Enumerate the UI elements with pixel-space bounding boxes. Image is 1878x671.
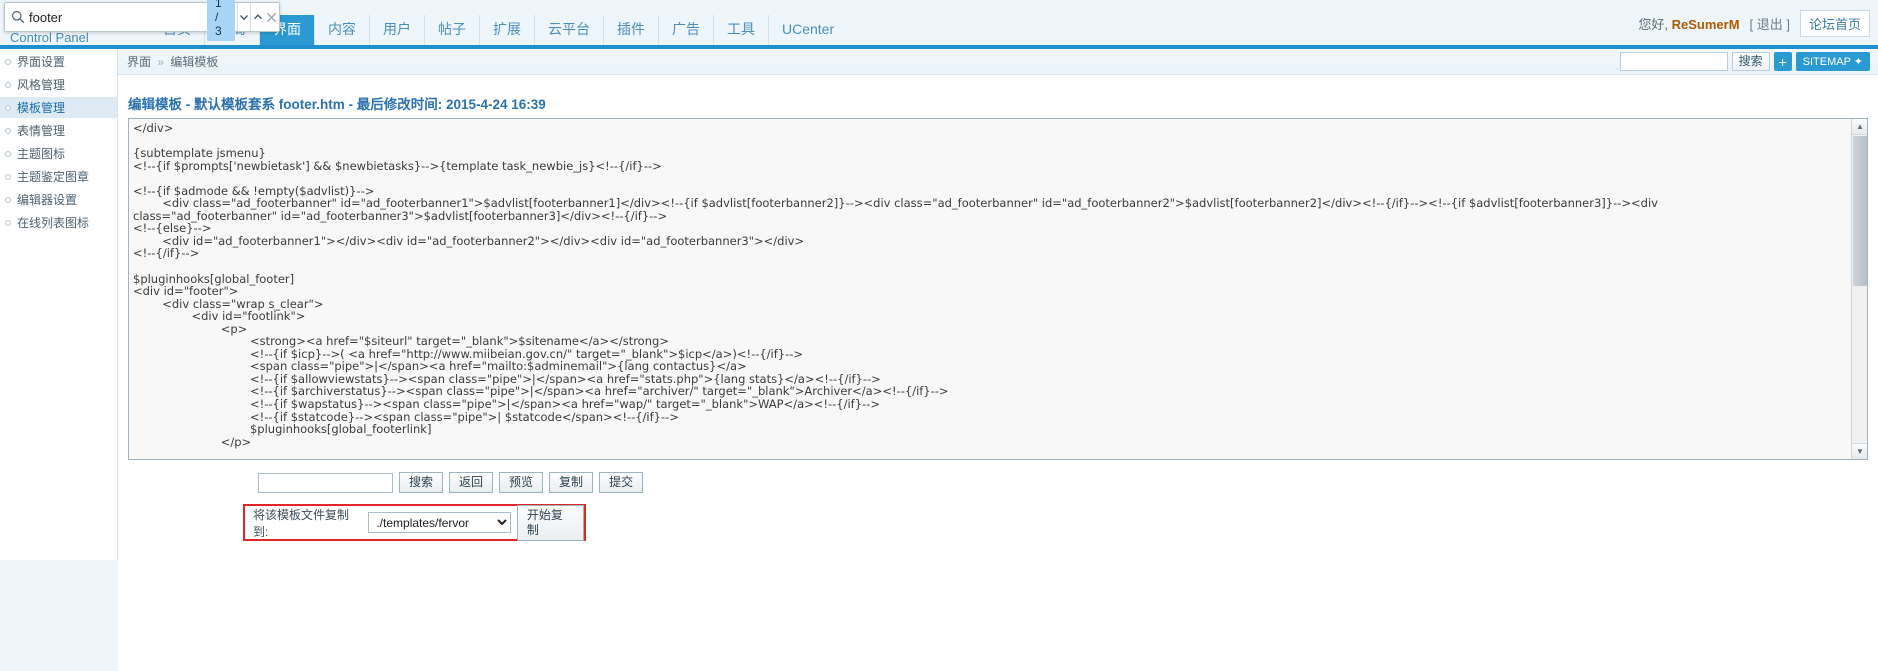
nav-tab-users[interactable]: 用户 (370, 15, 425, 45)
bullet-icon (5, 196, 11, 203)
bullet-icon (5, 173, 11, 180)
preview-button[interactable]: 预览 (499, 472, 544, 493)
breadcrumb: 界面 » 编辑模板 (118, 49, 1878, 75)
sidebar-bottom-fill (0, 560, 118, 671)
template-code-editor[interactable]: </div> {subtemplate jsmenu} <!--{if $pro… (128, 118, 1868, 460)
sidebar-item-thread-stamps[interactable]: 主题鉴定图章 (0, 166, 117, 187)
find-match-count: 1 / 3 (207, 0, 235, 41)
breadcrumb-separator-icon: » (157, 55, 165, 69)
scroll-down-icon[interactable]: ▼ (1852, 443, 1867, 459)
back-button[interactable]: 返回 (449, 472, 494, 493)
nav-tab-ads[interactable]: 广告 (659, 15, 714, 45)
find-next-icon[interactable] (236, 3, 251, 31)
submit-button[interactable]: 提交 (599, 472, 644, 493)
sidebar-item-emoticon-management[interactable]: 表情管理 (0, 120, 117, 141)
sidebar-item-interface-settings[interactable]: 界面设置 (0, 51, 117, 72)
code-search-input[interactable] (258, 472, 393, 493)
browser-find-bar[interactable]: 1 / 3 (4, 0, 280, 41)
sidebar-item-label: 在线列表图标 (17, 216, 90, 230)
sidebar-item-label: 模板管理 (17, 101, 66, 115)
code-vertical-scrollbar[interactable]: ▲ ▼ (1851, 119, 1867, 459)
username: ReSumerM (1671, 17, 1740, 32)
sidebar-item-label: 界面设置 (17, 55, 66, 69)
breadcrumb-root[interactable]: 界面 (127, 55, 151, 69)
copy-template-label: 将该模板文件复制到: (253, 507, 350, 539)
admin-search-input[interactable] (1619, 52, 1728, 71)
sidebar-item-label: 编辑器设置 (17, 193, 78, 207)
greeting-text: 您好, ReSumerM (1638, 14, 1739, 33)
find-prev-icon[interactable] (250, 3, 264, 31)
sidebar-item-online-list-icons[interactable]: 在线列表图标 (0, 212, 117, 233)
sidebar-item-style-management[interactable]: 风格管理 (0, 74, 117, 95)
close-icon[interactable] (264, 3, 279, 31)
main-content: 界面 » 编辑模板 搜索 + SITEMAP ✦ 编辑模板 - 默认模板套系 f… (118, 49, 1878, 671)
copy-template-row: 将该模板文件复制到: ./templates/fervor ./template… (243, 504, 586, 541)
scroll-up-icon[interactable]: ▲ (1852, 119, 1867, 135)
bullet-icon (5, 219, 11, 226)
copy-button[interactable]: 复制 (549, 472, 594, 493)
admin-search-button[interactable]: 搜索 (1731, 52, 1770, 71)
greeting-prefix: 您好, (1638, 17, 1672, 32)
header-user-area: 您好, ReSumerM [ 退出 ] 论坛首页 (1638, 10, 1870, 37)
sidebar-item-label: 风格管理 (17, 78, 66, 92)
control-panel-label: Control Panel (10, 30, 89, 45)
sitemap-button[interactable]: SITEMAP ✦ (1795, 52, 1870, 71)
template-code-text[interactable]: </div> {subtemplate jsmenu} <!--{if $pro… (133, 122, 1658, 448)
copy-destination-select[interactable]: ./templates/fervor ./templates/default (368, 512, 511, 533)
bullet-icon (5, 127, 11, 134)
sidebar-item-editor-settings[interactable]: 编辑器设置 (0, 189, 117, 210)
nav-tab-plugins[interactable]: 插件 (604, 15, 659, 45)
sidebar-item-label: 主题鉴定图章 (17, 170, 90, 184)
bullet-icon (5, 58, 11, 65)
page-title: 编辑模板 - 默认模板套系 footer.htm - 最后修改时间: 2015-… (128, 97, 546, 112)
nav-tab-extensions[interactable]: 扩展 (480, 15, 535, 45)
bullet-icon (5, 150, 11, 157)
bullet-icon (5, 81, 11, 88)
sidebar-item-thread-icons[interactable]: 主题图标 (0, 143, 117, 164)
top-header: Discuz! Control Panel 首页 全局 界面 内容 用户 帖子 … (0, 0, 1878, 45)
sidebar-item-template-management[interactable]: 模板管理 (0, 97, 117, 118)
editor-action-row: 搜索 返回 预览 复制 提交 (258, 472, 644, 493)
scrollbar-thumb[interactable] (1853, 136, 1867, 286)
forum-home-button[interactable]: 论坛首页 (1799, 10, 1870, 37)
nav-tab-ucenter[interactable]: UCenter (769, 15, 847, 45)
code-search-button[interactable]: 搜索 (399, 472, 444, 493)
logout-link[interactable]: [ 退出 ] (1750, 14, 1790, 33)
start-copy-button[interactable]: 开始复制 (516, 504, 584, 541)
nav-tab-tools[interactable]: 工具 (714, 15, 769, 45)
nav-tab-cloud[interactable]: 云平台 (535, 15, 604, 45)
find-input[interactable] (25, 4, 207, 30)
breadcrumb-current: 编辑模板 (170, 55, 219, 69)
search-icon (11, 10, 25, 24)
content-search-area: 搜索 + SITEMAP ✦ (1619, 52, 1870, 71)
sidebar-item-label: 表情管理 (17, 124, 66, 138)
nav-tab-content[interactable]: 内容 (315, 15, 370, 45)
nav-tab-posts[interactable]: 帖子 (425, 15, 480, 45)
bullet-icon (5, 104, 11, 111)
add-icon[interactable]: + (1773, 52, 1792, 71)
sidebar-item-label: 主题图标 (17, 147, 66, 161)
discuz-admin-page: Discuz! Control Panel 首页 全局 界面 内容 用户 帖子 … (0, 0, 1878, 671)
